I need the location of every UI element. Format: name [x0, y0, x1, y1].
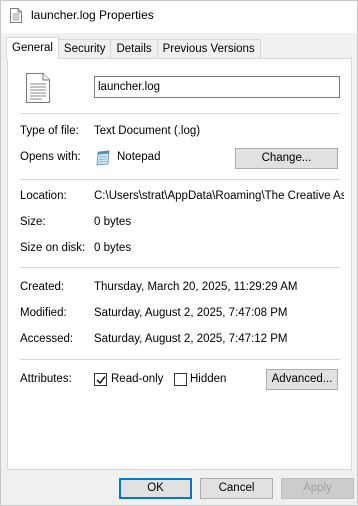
general-panel: Type of file: Text Document (.log) Opens…	[7, 58, 352, 470]
tab-previous-versions[interactable]: Previous Versions	[156, 39, 261, 58]
ok-button[interactable]: OK	[119, 478, 192, 499]
type-of-file-value: Text Document (.log)	[94, 125, 201, 137]
created-value: Thursday, March 20, 2025, 11:29:29 AM	[94, 281, 298, 293]
tab-general[interactable]: General	[6, 37, 59, 59]
apply-button[interactable]: Apply	[281, 478, 354, 499]
attributes-label: Attributes:	[20, 373, 72, 385]
divider	[20, 179, 340, 180]
read-only-label[interactable]: Read-only	[111, 373, 163, 385]
tab-security[interactable]: Security	[57, 39, 112, 58]
tab-strip: General Security Details Previous Versio…	[6, 37, 261, 59]
size-label: Size:	[20, 216, 46, 228]
properties-dialog: launcher.log Properties General Security…	[0, 0, 358, 506]
hidden-checkbox[interactable]	[174, 373, 187, 386]
read-only-checkbox[interactable]	[94, 373, 107, 386]
modified-label: Modified:	[20, 307, 67, 319]
modified-value: Saturday, August 2, 2025, 7:47:08 PM	[94, 307, 288, 319]
hidden-label[interactable]: Hidden	[190, 373, 226, 385]
created-label: Created:	[20, 281, 65, 293]
cancel-button[interactable]: Cancel	[200, 478, 273, 499]
size-on-disk-value: 0 bytes	[94, 242, 132, 254]
size-value: 0 bytes	[94, 216, 132, 228]
divider	[20, 359, 340, 360]
size-on-disk-label: Size on disk:	[20, 242, 86, 254]
tab-details[interactable]: Details	[110, 39, 158, 58]
checkmark-icon	[96, 376, 106, 385]
title-bar[interactable]: launcher.log Properties	[1, 1, 357, 33]
file-name-field[interactable]	[94, 76, 340, 98]
accessed-value: Saturday, August 2, 2025, 7:47:12 PM	[94, 333, 288, 345]
location-value: C:\Users\strat\AppData\Roaming\The Creat…	[94, 190, 344, 202]
text-file-icon	[10, 8, 22, 23]
notepad-icon	[96, 150, 110, 166]
window-title: launcher.log Properties	[31, 8, 154, 22]
text-file-icon	[26, 73, 50, 103]
change-button[interactable]: Change...	[235, 148, 338, 169]
divider	[20, 113, 340, 114]
advanced-button[interactable]: Advanced...	[266, 369, 338, 390]
opens-with-value: Notepad	[117, 151, 161, 163]
location-label: Location:	[20, 190, 67, 202]
accessed-label: Accessed:	[20, 333, 74, 345]
type-of-file-label: Type of file:	[20, 125, 79, 137]
opens-with-label: Opens with:	[20, 151, 81, 163]
divider	[20, 267, 340, 268]
